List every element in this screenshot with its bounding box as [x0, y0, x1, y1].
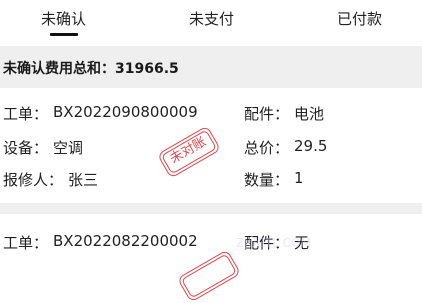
reporter-label: 报修人：: [3, 171, 64, 189]
tab-paid[interactable]: 已付款: [337, 8, 382, 29]
order-number: BX2022082200002: [53, 232, 198, 250]
order-label: 工单：: [3, 105, 49, 123]
qty-value: 1: [294, 169, 304, 187]
qty-label: 数量：: [244, 171, 290, 189]
summary-bar: 未确认费用总和：31966.5: [0, 46, 422, 88]
part-value: 电池: [294, 105, 325, 123]
order-label: 工单：: [3, 234, 49, 252]
tab-bar: 未确认 未支付 已付款: [0, 0, 422, 40]
tab-unconfirmed[interactable]: 未确认: [41, 8, 86, 29]
part-label: 配件：: [244, 105, 290, 123]
reporter-value: 张三: [68, 171, 99, 189]
card-divider: [0, 203, 422, 214]
order-card[interactable]: 工单： BX2022090800009 配件： 电池 设备： 空调 总价： 29…: [0, 88, 422, 203]
active-tab-indicator: [50, 33, 78, 36]
order-number: BX2022090800009: [53, 103, 198, 121]
price-value: 29.5: [294, 137, 328, 155]
watermark: ZJUCTL COM: [236, 236, 311, 250]
unreconciled-stamp: 未对账: [156, 125, 222, 179]
unconfirmed-total: 未确认费用总和：31966.5: [3, 61, 179, 77]
device-value: 空调: [53, 139, 84, 157]
order-card[interactable]: 工单： BX2022082200002 配件： 无: [0, 214, 422, 303]
device-label: 设备：: [3, 139, 49, 157]
stamp-partial: [176, 249, 242, 303]
tab-unpaid[interactable]: 未支付: [189, 8, 234, 29]
price-label: 总价：: [244, 139, 290, 157]
